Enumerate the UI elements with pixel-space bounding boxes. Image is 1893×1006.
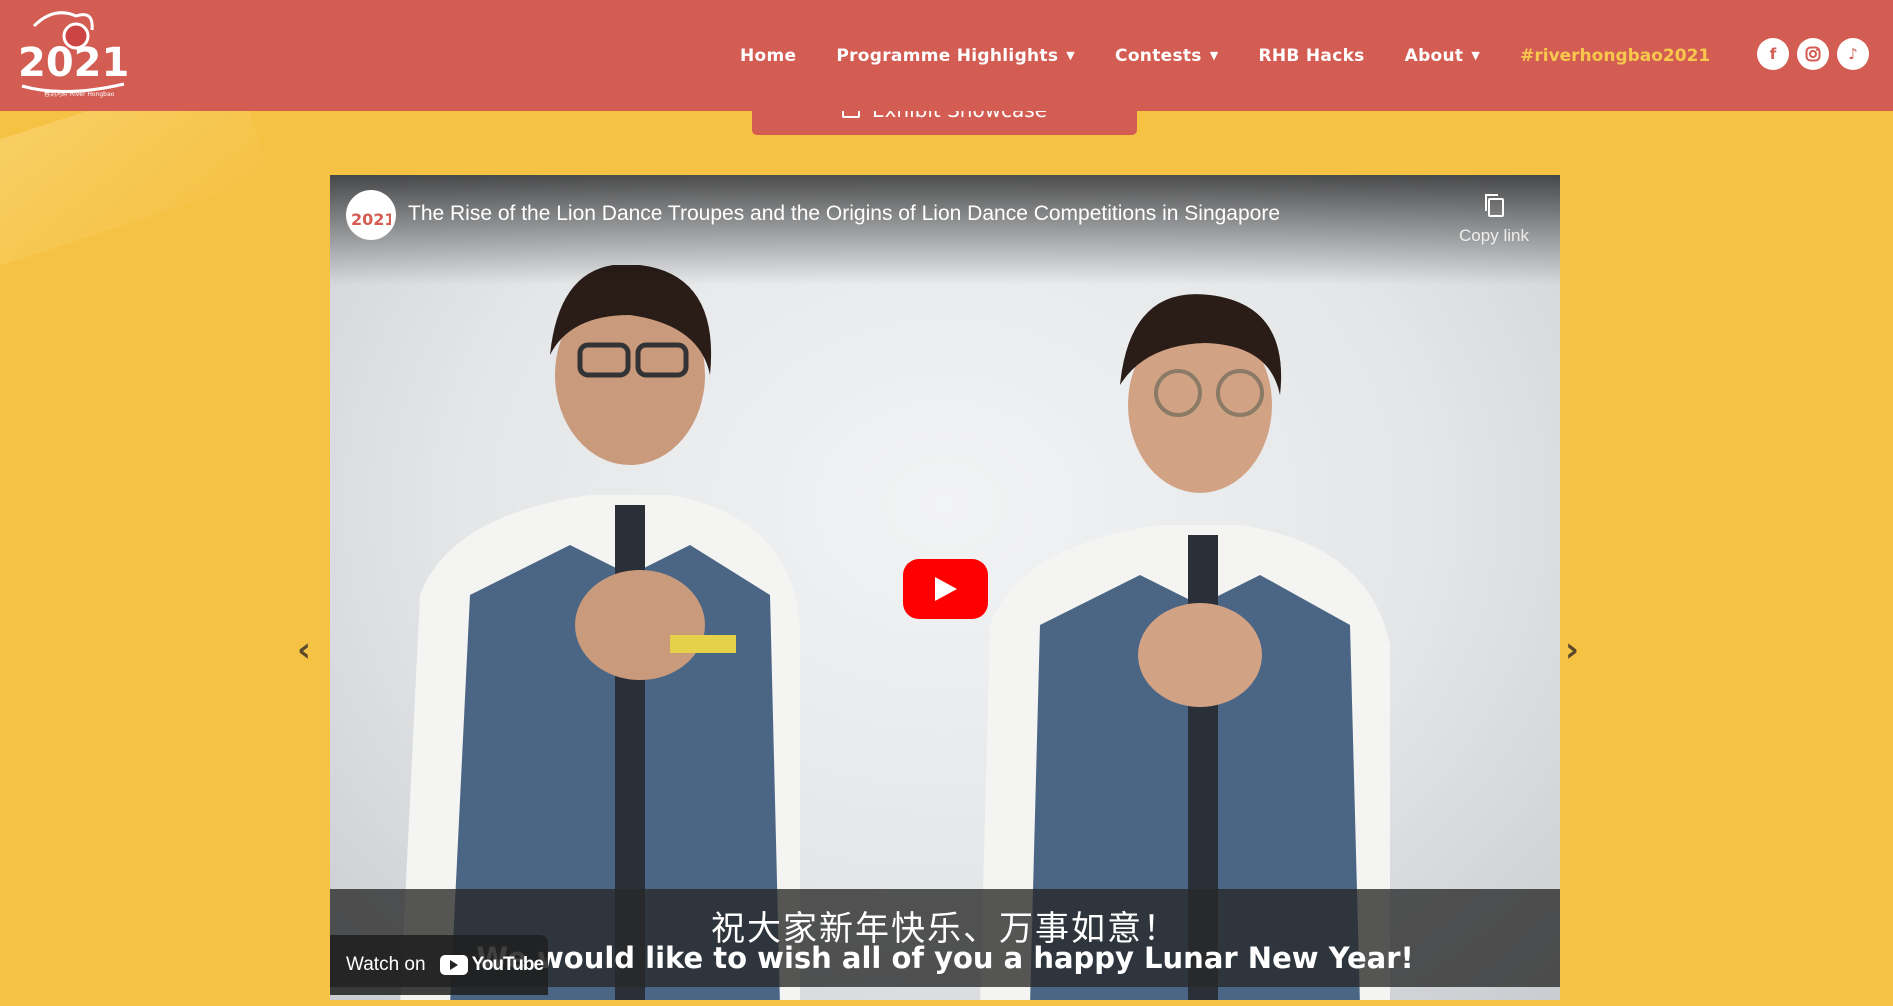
youtube-label: YouTube (471, 954, 544, 975)
site-logo[interactable]: 2021 春到河畔 River Hongbao (14, 6, 132, 102)
video-title[interactable]: The Rise of the Lion Dance Troupes and t… (408, 202, 1280, 226)
nav-home[interactable]: Home (740, 46, 796, 66)
watch-on-label: Watch on (346, 954, 426, 975)
chevron-down-icon: ▼ (1066, 49, 1076, 62)
hashtag-link[interactable]: #riverhongbao2021 (1520, 46, 1710, 66)
nav-about[interactable]: About ▼ (1405, 46, 1481, 66)
copy-link-label: Copy link (1459, 226, 1529, 245)
play-icon (934, 577, 957, 601)
logo-year-text: 2021 (18, 40, 129, 86)
nav-about-label: About (1404, 45, 1464, 66)
nav-contests[interactable]: Contests ▼ (1115, 46, 1218, 66)
chevron-right-icon[interactable]: › (1565, 630, 1579, 670)
nav-programme-highlights-label: Programme Highlights (836, 45, 1059, 66)
nav-rhb-hacks[interactable]: RHB Hacks (1259, 46, 1365, 66)
copy-icon (1485, 194, 1504, 217)
nav-rhb-hacks-label: RHB Hacks (1258, 45, 1365, 66)
chevron-left-icon[interactable]: ‹ (297, 630, 311, 670)
site-header: 2021 春到河畔 River Hongbao Home Programme H… (0, 0, 1893, 111)
copy-link-button[interactable]: Copy link (1454, 192, 1534, 246)
logo-caption-text: 春到河畔 River Hongbao (44, 90, 115, 98)
nav-home-label: Home (740, 45, 797, 66)
youtube-play-icon (439, 955, 468, 975)
nav-contests-label: Contests (1115, 45, 1202, 66)
play-button[interactable] (903, 559, 988, 619)
chevron-down-icon: ▼ (1471, 49, 1481, 62)
channel-avatar[interactable]: 2021 (346, 190, 396, 240)
social-links: f ♪ (1757, 38, 1869, 70)
facebook-icon[interactable]: f (1757, 38, 1789, 70)
main-nav: Home Programme Highlights ▼ Contests ▼ R… (740, 0, 1710, 111)
nav-programme-highlights[interactable]: Programme Highlights ▼ (836, 46, 1075, 66)
chevron-down-icon: ▼ (1209, 49, 1219, 62)
instagram-icon[interactable] (1797, 38, 1829, 70)
youtube-logo: YouTube (439, 954, 544, 976)
svg-text:2021: 2021 (351, 210, 391, 229)
watch-on-youtube-button[interactable]: Watch on YouTube (330, 935, 548, 995)
tiktok-icon[interactable]: ♪ (1837, 38, 1869, 70)
youtube-embed[interactable]: 2021 The Rise of the Lion Dance Troupes … (330, 175, 1560, 1000)
video-top-overlay (330, 175, 1560, 285)
